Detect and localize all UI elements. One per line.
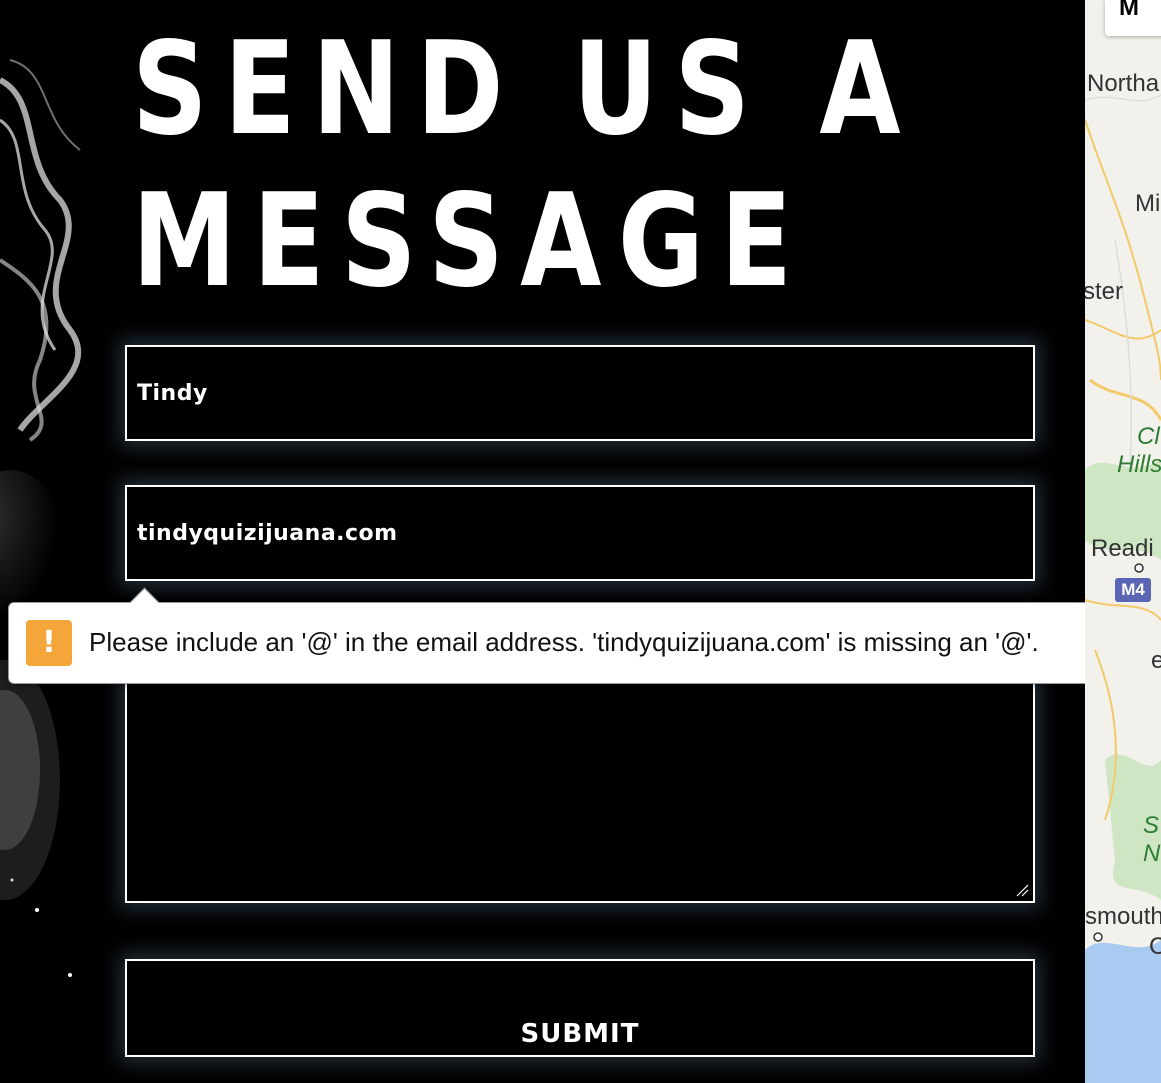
map-label-northampton: Northa	[1087, 70, 1160, 97]
map-label-ster: ster	[1085, 278, 1124, 305]
message-field	[125, 655, 1035, 903]
name-field	[125, 345, 1035, 441]
page-heading: SEND US A MESSAGE	[132, 14, 917, 318]
name-input[interactable]	[127, 347, 1033, 439]
map-label-reading: Readi	[1091, 535, 1154, 562]
map-label-south-1: S	[1143, 812, 1160, 839]
email-input[interactable]	[127, 487, 1033, 579]
map-label-south-2: N	[1143, 840, 1161, 867]
heading-line-2: MESSAGE	[132, 167, 809, 316]
map-label-edge: e	[1151, 647, 1161, 674]
tooltip-arrow	[129, 587, 160, 618]
validation-message: Please include an '@' in the email addre…	[89, 627, 1039, 657]
warning-icon: !	[26, 620, 72, 666]
heading-line-1: SEND US A	[132, 15, 917, 164]
map-label-chiltern-2: Hills	[1117, 451, 1161, 478]
message-textarea[interactable]	[127, 657, 1033, 901]
road-m4-badge: M4	[1115, 578, 1151, 602]
map-label-chiltern-1: Cl	[1137, 423, 1160, 450]
email-validation-tooltip: ! Please include an '@' in the email add…	[8, 587, 1153, 684]
email-field	[125, 485, 1035, 581]
map-label-portsmouth: smouth	[1085, 903, 1161, 930]
map-panel[interactable]: M Northa Mi ster Cl Hills Readi M4 e S N…	[1085, 0, 1161, 1083]
smoke-illustration	[0, 59, 81, 977]
resize-handle-icon[interactable]	[1015, 883, 1029, 897]
map-label-coast: C	[1149, 933, 1161, 960]
map-label-milton: Mi	[1135, 190, 1161, 217]
map-type-control[interactable]: M	[1105, 0, 1161, 36]
smoke-background-image	[0, 0, 110, 1083]
submit-button[interactable]: SUBMIT	[125, 959, 1035, 1057]
